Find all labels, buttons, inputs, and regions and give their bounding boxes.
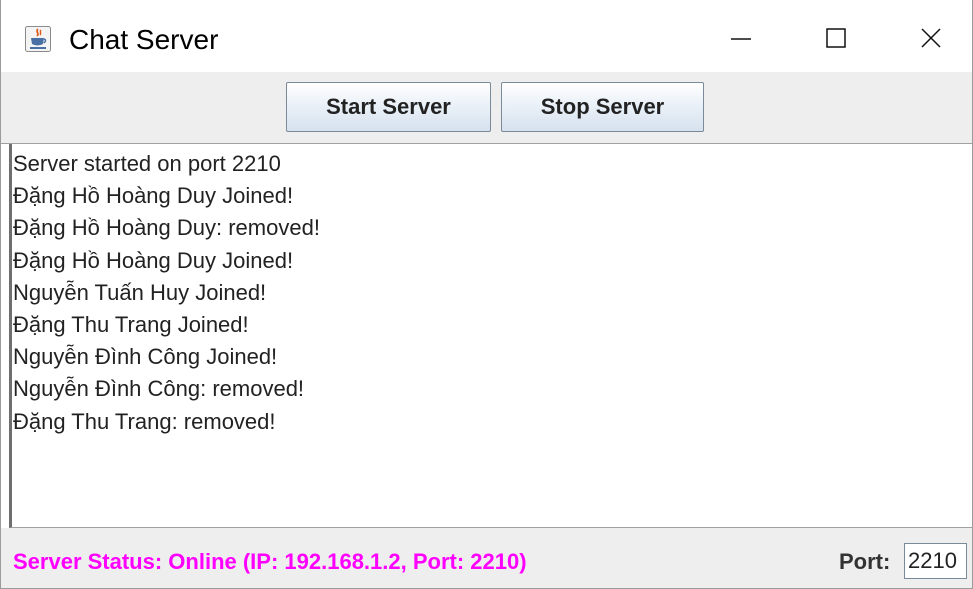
minimize-icon — [731, 38, 751, 40]
chat-server-window: Chat Server Start Server Stop Server Ser… — [0, 0, 973, 589]
log-line: Đặng Thu Trang: removed! — [13, 408, 276, 434]
server-log[interactable]: Server started on port 2210 Đặng Hồ Hoàn… — [9, 144, 972, 528]
server-status-text: Server Status: Online (IP: 192.168.1.2, … — [13, 549, 527, 574]
java-cup-icon — [25, 26, 51, 52]
maximize-icon — [826, 28, 846, 48]
log-line: Nguyễn Tuấn Huy Joined! — [13, 279, 267, 305]
start-server-button[interactable]: Start Server — [286, 82, 491, 132]
close-icon — [921, 28, 941, 48]
stop-server-button[interactable]: Stop Server — [501, 82, 704, 132]
port-input[interactable] — [904, 543, 967, 579]
log-line: Server started on port 2210 — [13, 151, 281, 176]
close-button[interactable] — [908, 18, 954, 58]
port-label: Port: — [839, 549, 891, 574]
log-line: Nguyễn Đình Công: removed! — [13, 376, 305, 402]
log-line: Đặng Thu Trang Joined! — [13, 312, 249, 338]
log-line: Đặng Hồ Hoàng Duy: removed! — [13, 215, 320, 241]
log-line: Đặng Hồ Hoàng Duy Joined! — [13, 183, 294, 209]
title-bar[interactable]: Chat Server — [1, 0, 972, 72]
log-lines: Server started on port 2210 Đặng Hồ Hoàn… — [13, 148, 320, 438]
status-bar: Server Status: Online (IP: 192.168.1.2, … — [1, 528, 972, 588]
minimize-button[interactable] — [718, 18, 764, 58]
window-title: Chat Server — [69, 24, 219, 55]
maximize-button[interactable] — [813, 18, 859, 58]
log-line: Nguyễn Đình Công Joined! — [13, 344, 278, 370]
toolbar: Start Server Stop Server — [1, 72, 972, 144]
log-line: Đặng Hồ Hoàng Duy Joined! — [13, 247, 294, 273]
